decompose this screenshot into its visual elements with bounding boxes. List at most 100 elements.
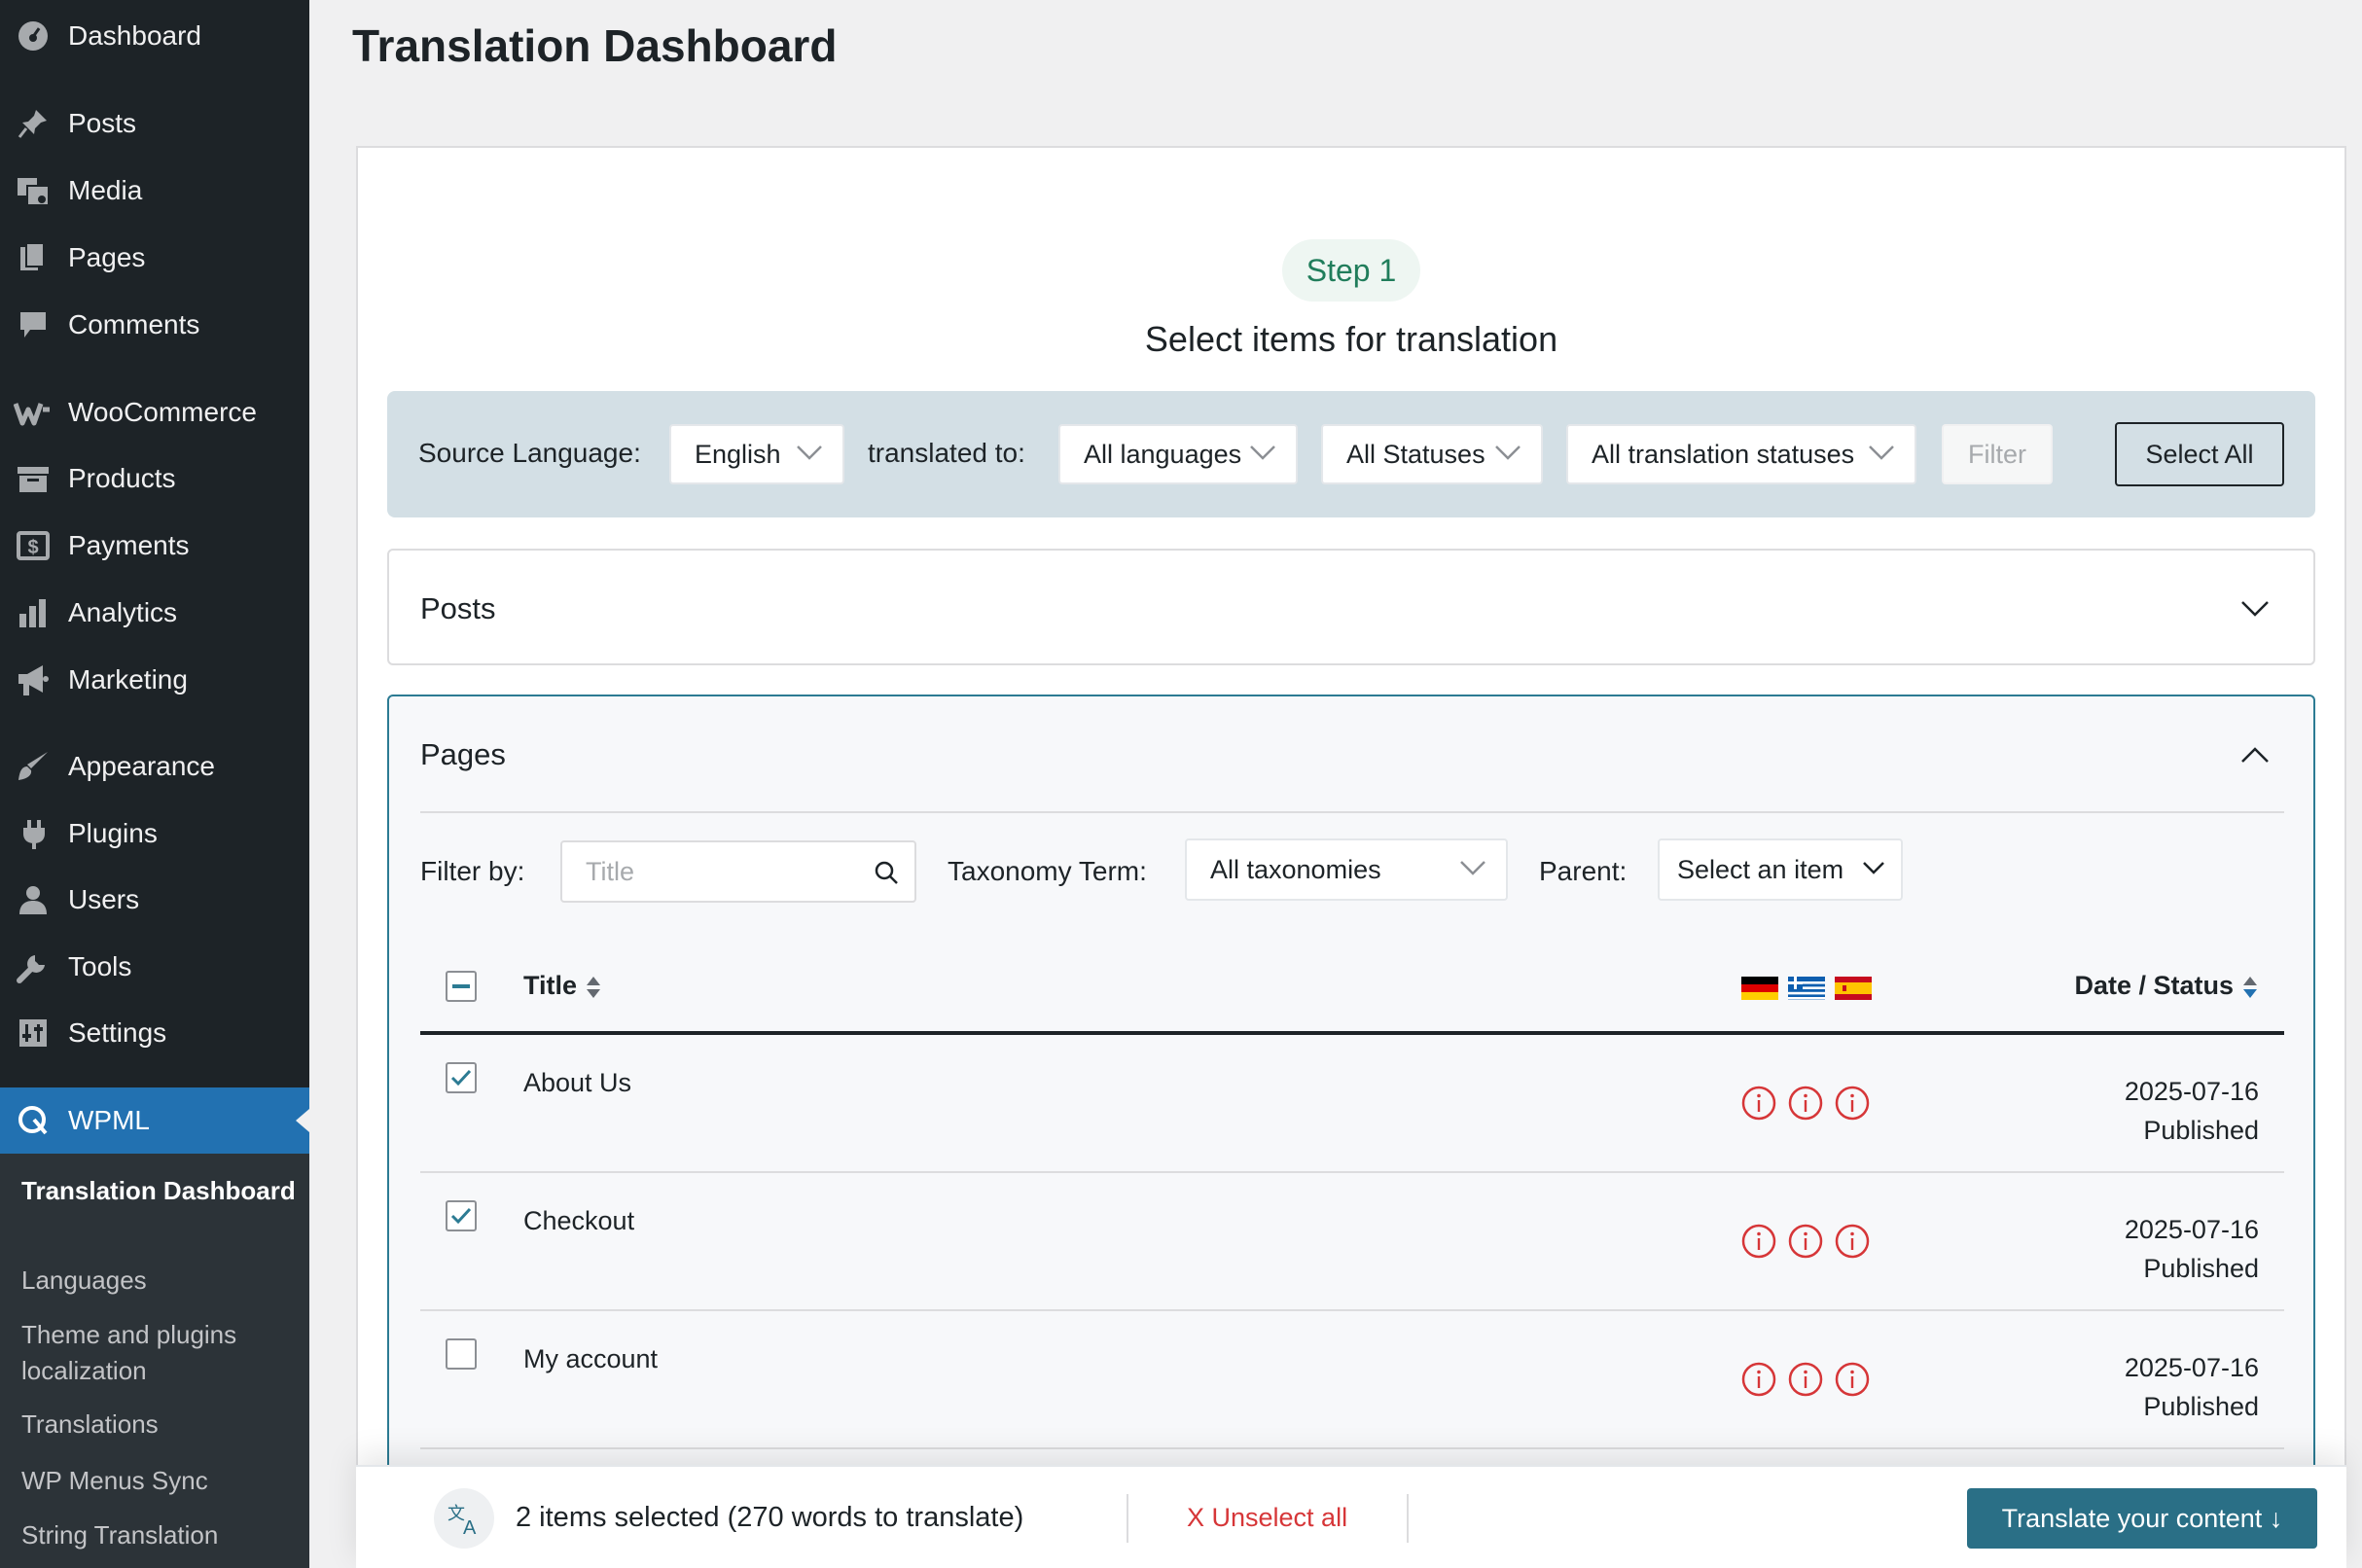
user-icon (14, 883, 53, 916)
sidebar-item-pages[interactable]: Pages (0, 233, 309, 282)
translation-status-select[interactable]: All translation statuses (1566, 424, 1916, 484)
select-all-button[interactable]: Select All (2115, 422, 2284, 486)
sidebar-item-label: Plugins (68, 818, 158, 848)
sidebar-item-posts[interactable]: Posts (0, 99, 309, 148)
needs-translation-icon[interactable] (1835, 1362, 1870, 1397)
target-language-value: All languages (1084, 439, 1242, 469)
unselect-all-link[interactable]: X Unselect all (1187, 1503, 1347, 1533)
source-language-value: English (695, 439, 781, 469)
sidebar-item-products[interactable]: Products (0, 454, 309, 503)
sidebar-item-label: Settings (68, 1017, 167, 1048)
row-date-status: 2025-07-16 Published (2125, 1348, 2259, 1426)
search-icon (875, 861, 898, 884)
row-checkbox[interactable] (446, 1338, 477, 1370)
row-status: Published (2143, 1116, 2259, 1145)
sidebar-item-plugins[interactable]: Plugins (0, 809, 309, 858)
sidebar-item-label: Appearance (68, 751, 216, 781)
comment-icon (14, 308, 53, 341)
pin-icon (14, 107, 53, 140)
wpml-icon (14, 1104, 53, 1137)
table-row: My account 2025-07-16 Published (420, 1311, 2284, 1449)
wrench-icon (14, 950, 53, 983)
section-title: Pages (420, 737, 506, 771)
source-language-label: Source Language: (418, 438, 641, 468)
sidebar-item-label: Media (68, 175, 143, 205)
taxonomy-value: All taxonomies (1210, 854, 1381, 884)
submenu-item-translation-dashboard[interactable]: Translation Dashboard (21, 1173, 304, 1209)
sidebar-item-woocommerce[interactable]: WooCommerce (0, 388, 309, 437)
payments-icon: $ (14, 529, 53, 562)
filter-button[interactable]: Filter (1942, 424, 2053, 484)
needs-translation-icon[interactable] (1788, 1362, 1823, 1397)
select-all-checkbox[interactable] (446, 971, 477, 1002)
column-header-title[interactable]: Title (523, 971, 602, 1001)
sidebar-item-payments[interactable]: $ Payments (0, 521, 309, 570)
row-date: 2025-07-16 (2124, 1353, 2259, 1382)
sidebar-item-media[interactable]: Media (0, 166, 309, 215)
row-checkbox[interactable] (446, 1062, 477, 1093)
sidebar-item-comments[interactable]: Comments (0, 301, 309, 349)
translated-to-label: translated to: (868, 438, 1025, 468)
needs-translation-icon[interactable] (1788, 1224, 1823, 1259)
submenu-item-wp-menus-sync[interactable]: WP Menus Sync (21, 1463, 304, 1499)
archive-icon (14, 462, 53, 495)
sidebar-item-label: WPML (68, 1105, 150, 1135)
sidebar-item-label: Users (68, 884, 140, 914)
megaphone-icon (14, 663, 53, 696)
svg-text:$: $ (27, 537, 38, 558)
sidebar-item-tools[interactable]: Tools (0, 943, 309, 991)
needs-translation-icon[interactable] (1741, 1086, 1776, 1121)
needs-translation-icon[interactable] (1788, 1086, 1823, 1121)
chevron-down-icon (1460, 861, 1485, 875)
parent-select[interactable]: Select an item (1658, 838, 1903, 901)
submenu-item-string-translation[interactable]: String Translation (21, 1517, 304, 1553)
column-header-date-status[interactable]: Date / Status (2074, 971, 2259, 1001)
sidebar-item-wpml[interactable]: WPML (0, 1087, 309, 1154)
sidebar-item-analytics[interactable]: Analytics (0, 588, 309, 637)
chevron-down-icon[interactable] (2239, 599, 2271, 619)
needs-translation-icon[interactable] (1741, 1224, 1776, 1259)
status-select[interactable]: All Statuses (1321, 424, 1543, 484)
source-language-select[interactable]: English (669, 424, 844, 484)
sidebar-item-label: Marketing (68, 664, 188, 695)
row-date-status: 2025-07-16 Published (2125, 1072, 2259, 1150)
row-checkbox[interactable] (446, 1200, 477, 1231)
sidebar-item-marketing[interactable]: Marketing (0, 656, 309, 704)
row-title[interactable]: My account (523, 1344, 658, 1374)
sidebar-item-dashboard[interactable]: Dashboard (0, 12, 309, 60)
flag-el-icon (1788, 977, 1825, 1000)
sidebar-item-label: Comments (68, 309, 200, 339)
needs-translation-icon[interactable] (1835, 1086, 1870, 1121)
needs-translation-icon[interactable] (1835, 1224, 1870, 1259)
posts-section[interactable]: Posts (387, 549, 2315, 665)
row-status: Published (2143, 1254, 2259, 1283)
section-title: Posts (420, 591, 496, 625)
translate-content-button[interactable]: Translate your content ↓ (1967, 1488, 2317, 1549)
needs-translation-icon[interactable] (1741, 1362, 1776, 1397)
chevron-down-icon (1869, 445, 1894, 460)
divider (1127, 1494, 1128, 1543)
title-search-input[interactable]: Title (560, 840, 916, 903)
table-header: Title Date / Status (420, 932, 2284, 1035)
sidebar-item-label: Dashboard (68, 20, 201, 51)
target-language-select[interactable]: All languages (1058, 424, 1298, 484)
submenu-item-theme-plugins-localization[interactable]: Theme and plugins localization (21, 1317, 304, 1389)
submenu-item-languages[interactable]: Languages (21, 1263, 304, 1299)
chevron-up-icon[interactable] (2239, 745, 2271, 765)
row-date: 2025-07-16 (2124, 1077, 2259, 1106)
row-title[interactable]: About Us (523, 1068, 631, 1098)
table-row: Checkout 2025-07-16 Published (420, 1173, 2284, 1311)
sidebar-item-settings[interactable]: Settings (0, 1009, 309, 1057)
row-title[interactable]: Checkout (523, 1206, 634, 1236)
taxonomy-select[interactable]: All taxonomies (1185, 838, 1508, 901)
svg-text:A: A (463, 1517, 477, 1538)
sidebar-item-label: Products (68, 463, 176, 493)
sidebar-item-appearance[interactable]: Appearance (0, 742, 309, 791)
submenu-item-translations[interactable]: Translations (21, 1407, 304, 1443)
sidebar-item-users[interactable]: Users (0, 875, 309, 924)
step-heading: Select items for translation (1144, 319, 1558, 359)
translate-icon: 文A (434, 1488, 494, 1549)
plugin-icon (14, 817, 53, 850)
sidebar-item-label: Pages (68, 242, 146, 272)
flag-de-icon (1741, 977, 1778, 1000)
